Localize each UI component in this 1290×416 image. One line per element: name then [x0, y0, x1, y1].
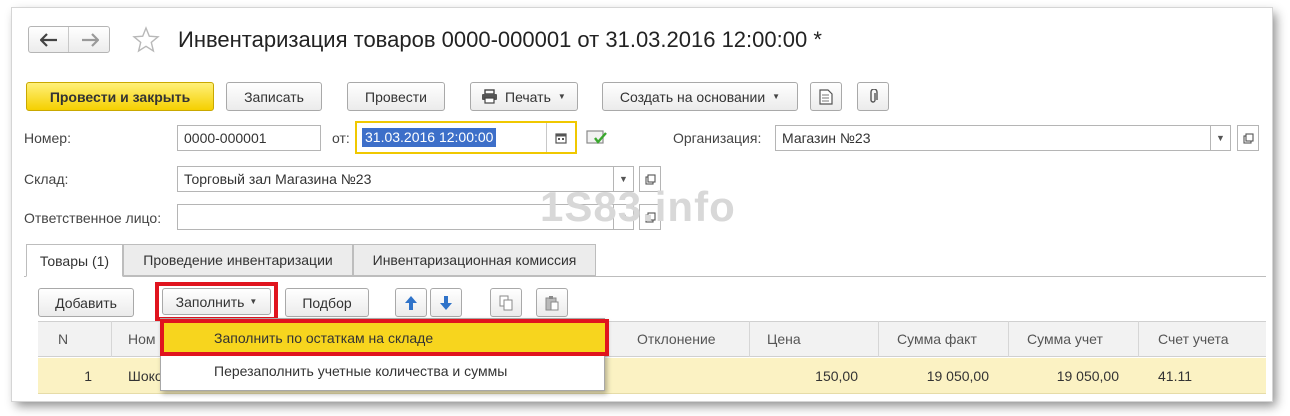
menu-item-label: Заполнить по остаткам на складе [214, 330, 434, 346]
row-account: 41.11 [1158, 368, 1192, 384]
move-up-button[interactable] [395, 288, 427, 317]
chevron-down-icon: ▼ [249, 297, 258, 306]
menu-item-label: Перезаполнить учетные количества и суммы [214, 363, 508, 379]
print-button[interactable]: Печать ▼ [470, 82, 578, 111]
responsible-label: Ответственное лицо: [24, 210, 162, 226]
pick-button[interactable]: Подбор [285, 288, 369, 317]
column-header-sum-account[interactable]: Сумма учет [1027, 321, 1103, 357]
warehouse-label: Склад: [24, 171, 69, 187]
tab-conducting-inventory[interactable]: Проведение инвентаризации [123, 244, 353, 276]
date-label: от: [332, 130, 350, 146]
back-arrow-icon[interactable] [29, 27, 69, 52]
window-title: Инвентаризация товаров 0000-000001 от 31… [178, 27, 822, 52]
tabs-baseline [24, 276, 1266, 277]
document-report-icon [819, 88, 833, 105]
column-header-name[interactable]: Ном [128, 321, 156, 357]
document-window: Инвентаризация товаров 0000-000001 от 31… [12, 8, 1272, 401]
copy-button[interactable] [490, 288, 522, 317]
row-number: 1 [84, 368, 92, 384]
menu-item-refill-accounts[interactable]: Перезаполнить учетные количества и суммы [161, 357, 604, 390]
organization-label: Организация: [673, 130, 762, 146]
print-label: Печать [505, 88, 551, 105]
save-button[interactable]: Записать [226, 82, 322, 111]
calendar-icon[interactable] [546, 123, 575, 152]
menu-item-fill-by-stock[interactable]: Заполнить по остаткам на складе [160, 319, 609, 356]
chevron-down-icon: ▼ [557, 92, 566, 101]
header-divider [1138, 321, 1139, 357]
post-button[interactable]: Провести [347, 82, 445, 111]
arrow-down-icon [439, 295, 453, 311]
organization-open-button[interactable] [1237, 125, 1259, 151]
create-based-on-label: Создать на основании [619, 88, 766, 105]
row-price: 150,00 [815, 368, 858, 384]
chevron-down-icon: ▼ [772, 92, 781, 101]
fill-label: Заполнить [175, 293, 245, 310]
paperclip-icon [868, 88, 878, 105]
forward-arrow-icon[interactable] [70, 27, 110, 52]
arrow-up-icon [404, 295, 418, 311]
printer-icon [481, 89, 498, 104]
copy-icon [499, 295, 513, 311]
fill-button[interactable]: Заполнить ▼ [162, 288, 271, 315]
nav-buttons [28, 26, 110, 53]
watermark-text: 1S83.info [540, 183, 736, 230]
organization-field[interactable]: Магазин №23 [775, 125, 1211, 151]
column-header-n[interactable]: N [58, 321, 68, 357]
tab-goods[interactable]: Товары (1) [26, 244, 123, 277]
number-field[interactable]: 0000-000001 [177, 125, 321, 151]
chevron-down-icon: ▼ [1216, 133, 1225, 143]
header-divider [749, 321, 750, 357]
header-divider [111, 321, 112, 357]
tab-inventory-commission[interactable]: Инвентаризационная комиссия [353, 244, 596, 276]
report-button[interactable] [810, 82, 842, 111]
create-based-on-button[interactable]: Создать на основании ▼ [602, 82, 798, 111]
header-divider [878, 321, 879, 357]
date-value: 31.03.2016 12:00:00 [362, 128, 497, 147]
column-header-sum-fact[interactable]: Сумма факт [897, 321, 977, 357]
open-link-icon [1242, 132, 1254, 144]
attach-button[interactable] [857, 82, 889, 111]
post-and-close-button[interactable]: Провести и закрыть [26, 82, 214, 111]
organization-dropdown-button[interactable]: ▼ [1211, 125, 1231, 151]
check-date-icon[interactable] [586, 128, 608, 146]
number-label: Номер: [24, 130, 71, 146]
column-header-price[interactable]: Цена [767, 321, 801, 357]
paste-button[interactable] [536, 288, 568, 317]
column-header-account[interactable]: Счет учета [1158, 321, 1229, 357]
row-sum-fact: 19 050,00 [926, 368, 989, 384]
favorite-star-icon[interactable] [132, 26, 160, 54]
move-down-button[interactable] [430, 288, 462, 317]
clipboard-icon [545, 295, 559, 311]
header-divider [1008, 321, 1009, 357]
date-field[interactable]: 31.03.2016 12:00:00 [355, 121, 577, 154]
column-header-deviation[interactable]: Отклонение [637, 321, 716, 357]
row-sum-account: 19 050,00 [1056, 368, 1119, 384]
row-name: Шоко [128, 368, 163, 384]
add-button[interactable]: Добавить [38, 288, 134, 317]
